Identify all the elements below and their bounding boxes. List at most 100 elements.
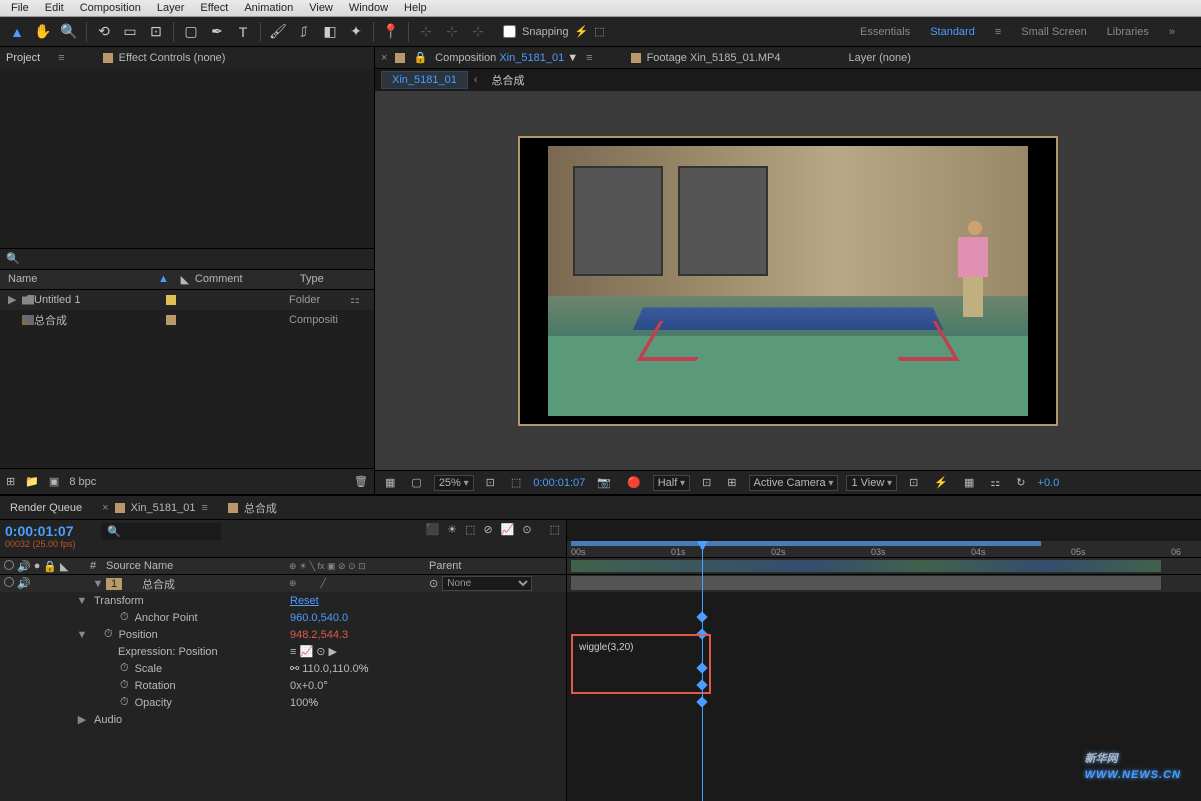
- exposure-value[interactable]: +0.0: [1038, 477, 1060, 489]
- col-type[interactable]: Type: [300, 273, 366, 285]
- project-panel-menu-icon[interactable]: ≡: [58, 52, 64, 64]
- project-row[interactable]: 总合成 Compositi: [0, 310, 374, 330]
- rotation-x-value[interactable]: 0x: [290, 680, 302, 692]
- flowchart-icon[interactable]: ⚏: [986, 476, 1004, 489]
- close-tab-icon[interactable]: ×: [381, 52, 387, 64]
- pan-behind-tool-icon[interactable]: ⊡: [145, 21, 167, 43]
- mask-icon[interactable]: ▢: [407, 476, 425, 489]
- comp-mini-icon[interactable]: ⬛: [425, 523, 439, 536]
- menu-layer[interactable]: Layer: [149, 2, 193, 14]
- rectangle-tool-icon[interactable]: ▢: [180, 21, 202, 43]
- transparency-icon[interactable]: ⬚: [507, 476, 525, 489]
- tab-layer[interactable]: Layer (none): [849, 52, 911, 64]
- expr-graph-icon[interactable]: 📈: [299, 646, 313, 658]
- breadcrumb-item[interactable]: Xin_5181_01: [381, 71, 468, 89]
- axis-tool-icon[interactable]: ⊹: [415, 21, 437, 43]
- layer-bar[interactable]: [571, 576, 1161, 590]
- timeline-timecode[interactable]: 0:00:01:07: [5, 523, 90, 539]
- draft3d-icon[interactable]: ☀: [447, 523, 457, 536]
- brush-tool-icon[interactable]: 🖌: [267, 21, 289, 43]
- type-tool-icon[interactable]: T: [232, 21, 254, 43]
- project-search-icon[interactable]: 🔍: [6, 252, 20, 265]
- workspace-libraries[interactable]: Libraries: [1107, 26, 1149, 38]
- layer-name[interactable]: 总合成: [138, 576, 289, 592]
- frame-blend-icon[interactable]: ⬚: [465, 523, 475, 536]
- layer-expand-icon[interactable]: ▼: [90, 578, 106, 590]
- workspace-standard[interactable]: Standard: [930, 26, 975, 38]
- expression-row[interactable]: Expression: Position ≡ 📈 ⊙ ▶: [0, 643, 566, 660]
- roto-tool-icon[interactable]: ✦: [345, 21, 367, 43]
- workspace-small-screen[interactable]: Small Screen: [1021, 26, 1086, 38]
- tab-timeline-1[interactable]: Xin_5181_01: [131, 502, 196, 514]
- menu-composition[interactable]: Composition: [72, 2, 149, 14]
- axis-tool2-icon[interactable]: ⊹: [441, 21, 463, 43]
- zoom-dropdown[interactable]: 25% ▾: [434, 475, 474, 491]
- expr-enable-icon[interactable]: ≡: [290, 646, 296, 658]
- eraser-tool-icon[interactable]: ◧: [319, 21, 341, 43]
- lock-icon[interactable]: 🔒: [413, 51, 427, 64]
- workspace-menu-icon[interactable]: ≡: [995, 26, 1001, 38]
- opacity-value[interactable]: 100: [290, 697, 308, 709]
- work-area-bar[interactable]: [571, 541, 1041, 546]
- col-source-name[interactable]: Source Name: [106, 560, 289, 572]
- motion-blur-icon[interactable]: ⊘: [483, 523, 492, 536]
- snapshot-icon[interactable]: 📷: [593, 476, 615, 489]
- breadcrumb-item[interactable]: 总合成: [484, 70, 533, 90]
- pixel-aspect-icon[interactable]: ⊡: [905, 476, 922, 489]
- property-row[interactable]: ⏱Opacity 100%: [0, 694, 566, 711]
- menu-effect[interactable]: Effect: [192, 2, 236, 14]
- menu-file[interactable]: File: [3, 2, 37, 14]
- scale-value[interactable]: 110.0,110.0: [302, 663, 358, 675]
- comp-tab-menu-icon[interactable]: ≡: [586, 52, 592, 64]
- property-row[interactable]: ⏱Rotation 0x+0.0°: [0, 677, 566, 694]
- camera-tool-icon[interactable]: ▭: [119, 21, 141, 43]
- hand-tool-icon[interactable]: ✋: [32, 21, 54, 43]
- visibility-toggle-icon[interactable]: [4, 577, 14, 587]
- grid-icon[interactable]: ▦: [381, 476, 399, 489]
- sort-icon[interactable]: ▲: [158, 273, 169, 285]
- timeline-icon[interactable]: ▦: [960, 476, 978, 489]
- audio-toggle-icon[interactable]: 🔊: [17, 577, 31, 590]
- layer-row[interactable]: 🔊 ▼ 1 总合成 ⊕╱ ⊙None: [0, 575, 566, 592]
- stopwatch-icon[interactable]: ⏱: [120, 679, 129, 692]
- property-row[interactable]: ⏱Anchor Point 960.0,540.0: [0, 609, 566, 626]
- item-action-icon[interactable]: ⚏: [350, 293, 366, 306]
- puppet-tool-icon[interactable]: 📍: [380, 21, 402, 43]
- audio-group-row[interactable]: ▶ Audio: [0, 711, 566, 728]
- reset-exposure-icon[interactable]: ↻: [1012, 476, 1029, 489]
- tab-render-queue[interactable]: Render Queue: [10, 502, 82, 514]
- playhead[interactable]: [702, 541, 703, 801]
- new-folder-icon[interactable]: 📁: [25, 475, 39, 488]
- rotation-deg-value[interactable]: +0.0: [302, 680, 324, 692]
- col-name[interactable]: Name: [8, 273, 158, 285]
- tab-composition[interactable]: Composition Xin_5181_01 ▼: [435, 52, 578, 64]
- stopwatch-icon[interactable]: ⏱: [120, 611, 129, 624]
- orbit-tool-icon[interactable]: ⟲: [93, 21, 115, 43]
- anchor-value[interactable]: 960.0,540.0: [290, 612, 566, 624]
- col-comment[interactable]: Comment: [195, 273, 300, 285]
- expand-icon[interactable]: ▼: [74, 629, 90, 641]
- expand-icon[interactable]: ▼: [74, 595, 90, 607]
- stopwatch-icon[interactable]: ⏱: [120, 696, 129, 709]
- project-tab[interactable]: Project: [6, 52, 40, 64]
- fast-preview-icon[interactable]: ⚡: [930, 476, 952, 489]
- property-row[interactable]: ▼ ⏱Position 948.2,544.3: [0, 626, 566, 643]
- menu-window[interactable]: Window: [341, 2, 396, 14]
- tab-footage[interactable]: Footage Xin_5185_01.MP4: [647, 52, 781, 64]
- clone-tool-icon[interactable]: ⎎: [293, 21, 315, 43]
- stopwatch-icon[interactable]: ⏱: [104, 628, 113, 641]
- menu-animation[interactable]: Animation: [236, 2, 301, 14]
- viewer-timecode[interactable]: 0:00:01:07: [533, 477, 585, 489]
- channel-icon[interactable]: 🔴: [623, 476, 645, 489]
- view-dropdown[interactable]: 1 View ▾: [846, 475, 897, 491]
- shy-icon[interactable]: ⬚: [550, 523, 560, 536]
- snapping-checkbox[interactable]: [503, 25, 516, 38]
- graph-editor-icon[interactable]: 📈: [501, 523, 515, 536]
- bpc-button[interactable]: 8 bpc: [69, 476, 96, 488]
- workspace-more-icon[interactable]: »: [1169, 26, 1175, 38]
- expr-pickwhip-icon[interactable]: ⊙: [316, 646, 325, 658]
- pickwhip-icon[interactable]: ⊙: [429, 577, 438, 590]
- expand-arrow-icon[interactable]: ▶: [8, 293, 22, 306]
- axis-tool3-icon[interactable]: ⊹: [467, 21, 489, 43]
- resolution-dropdown[interactable]: Half ▾: [653, 475, 690, 491]
